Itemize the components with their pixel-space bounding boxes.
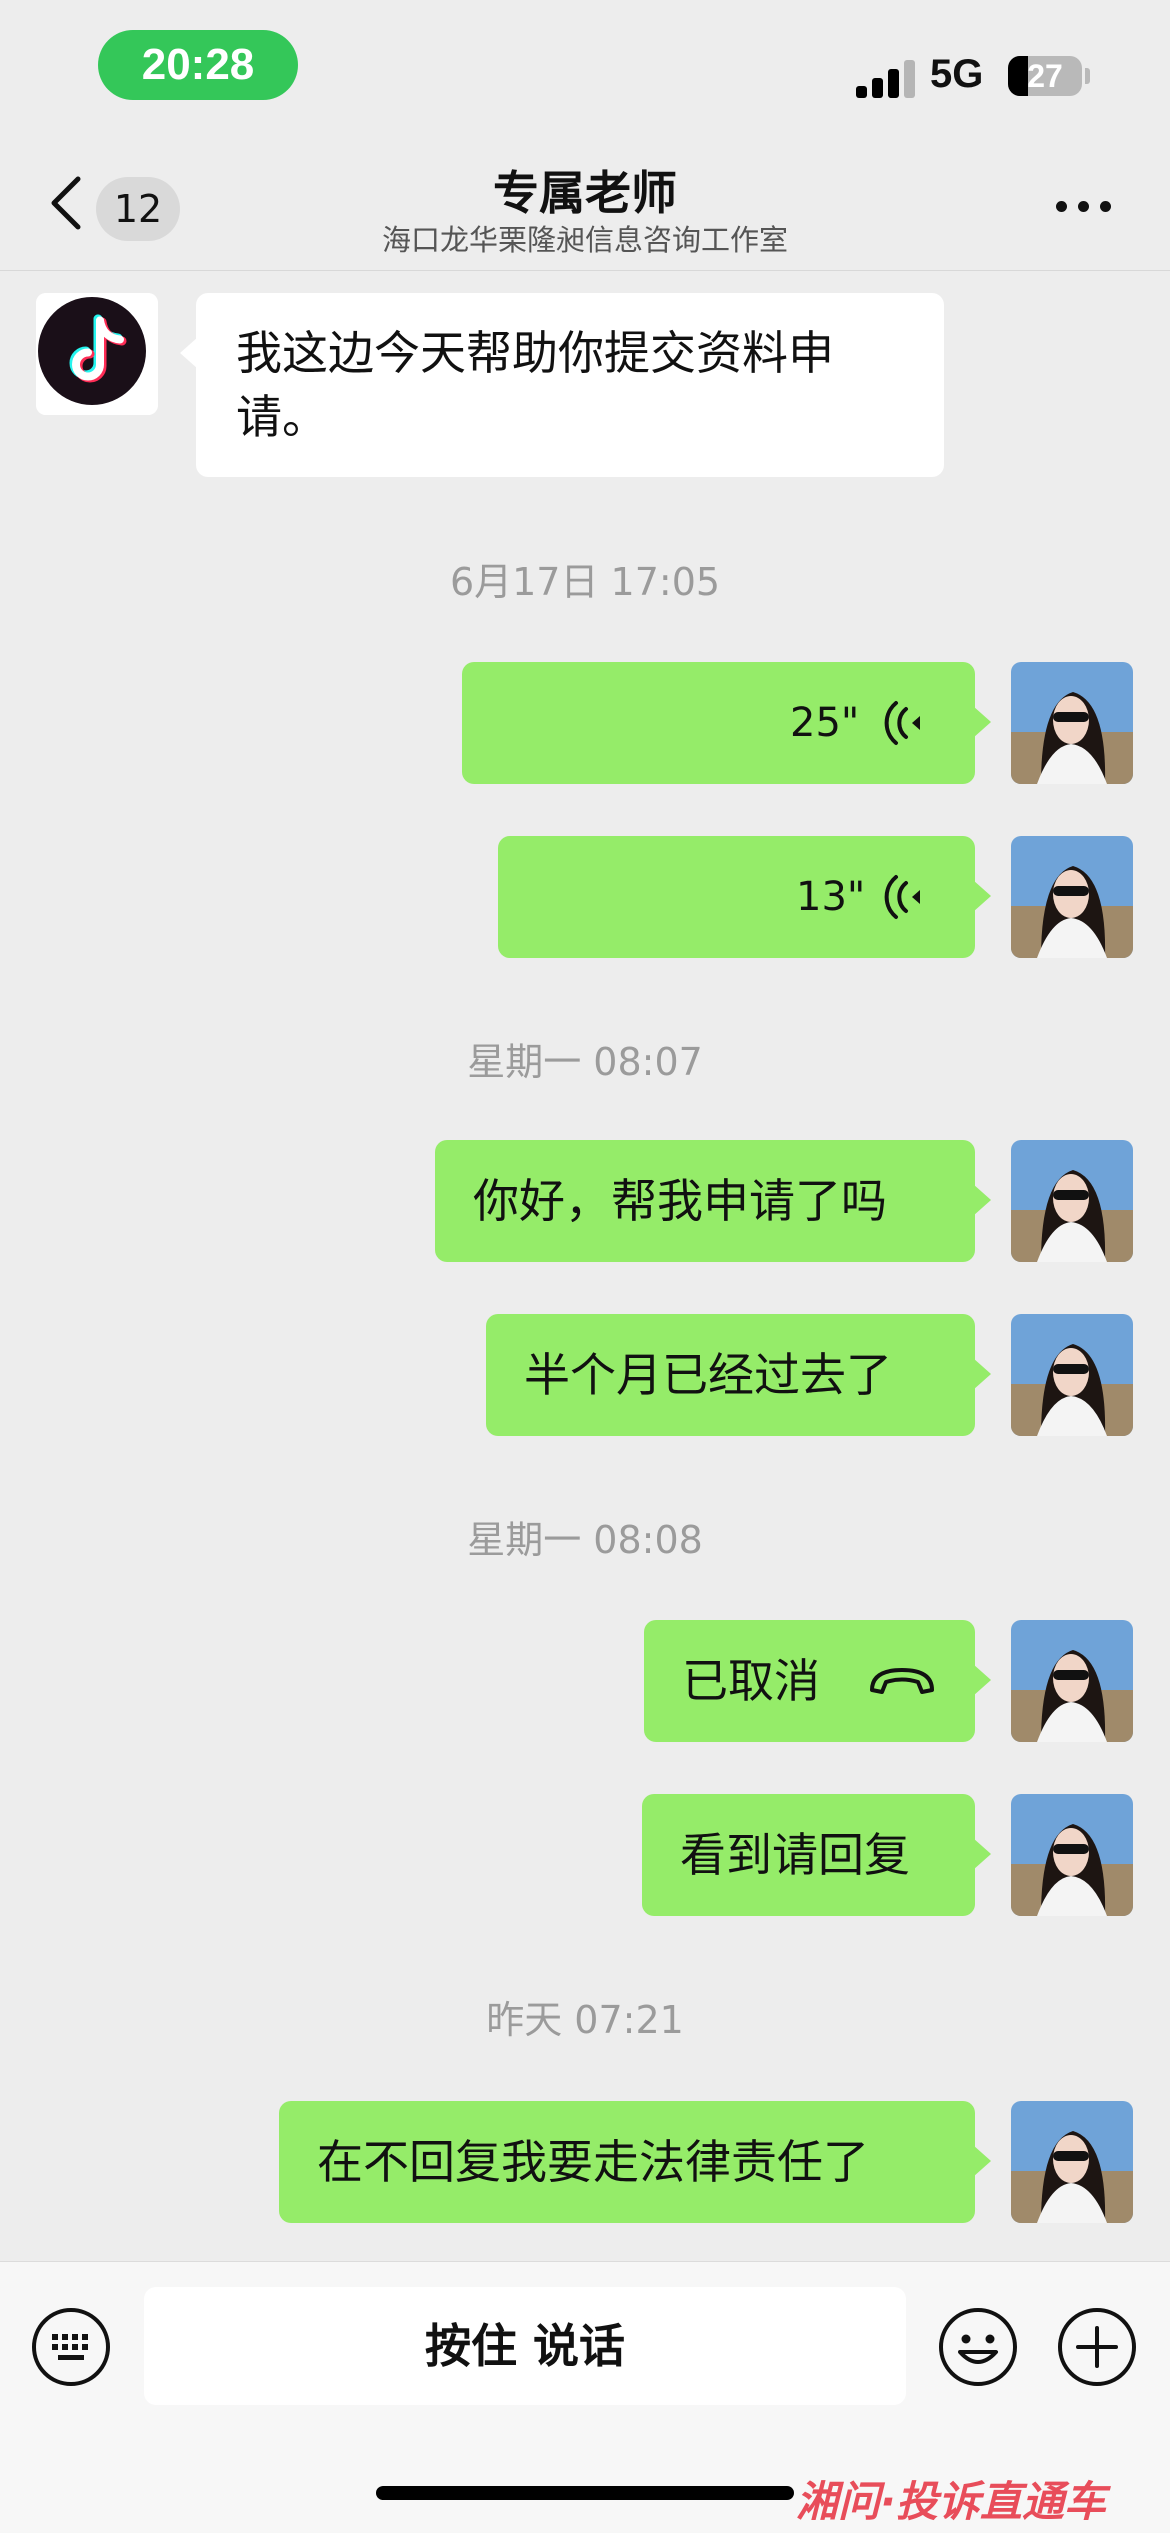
home-indicator [376, 2486, 794, 2500]
battery-tip [1085, 68, 1090, 84]
timestamp: 星期一 08:08 [467, 1518, 703, 1562]
contact-avatar[interactable] [36, 293, 158, 415]
voice-message-bubble[interactable]: 25" [462, 662, 991, 784]
signal-icon [856, 58, 916, 98]
outgoing-message-bubble[interactable]: 在不回复我要走法律责任了 [279, 2101, 991, 2223]
my-avatar[interactable] [1011, 1314, 1133, 1436]
message-text: 半个月已经过去了 [524, 1348, 892, 1402]
outgoing-message-bubble[interactable]: 看到请回复 [642, 1794, 991, 1916]
message-list[interactable]: 我这边今天帮助你提交资料申请。 6月17日 17:05 25" 13" 星期一 … [0, 271, 1170, 2261]
my-avatar[interactable] [1011, 1620, 1133, 1742]
watermark-text: 湘问·投诉直通车 [796, 2477, 1106, 2526]
user-photo-icon [1011, 1794, 1133, 1916]
outgoing-message-bubble[interactable]: 你好，帮我申请了吗 [435, 1140, 991, 1262]
more-options-icon[interactable] [1056, 201, 1112, 213]
keyboard-icon[interactable] [30, 2306, 112, 2388]
phone-hangup-icon [870, 1668, 934, 1694]
outgoing-message-bubble[interactable]: 半个月已经过去了 [486, 1314, 991, 1436]
emoji-icon[interactable] [937, 2306, 1019, 2388]
battery-level: 27 [1027, 58, 1063, 94]
hold-to-talk-button[interactable]: 按住 说话 [144, 2287, 906, 2405]
battery-icon: 27 [1008, 56, 1082, 96]
voice-message-bubble[interactable]: 13" [498, 836, 991, 958]
plus-icon[interactable] [1056, 2306, 1138, 2388]
incoming-message-bubble[interactable]: 我这边今天帮助你提交资料申请。 [180, 293, 944, 477]
user-photo-icon [1011, 836, 1133, 958]
user-photo-icon [1011, 2101, 1133, 2223]
my-avatar[interactable] [1011, 1794, 1133, 1916]
chat-title: 专属老师 [493, 166, 677, 220]
user-photo-icon [1011, 662, 1133, 784]
timestamp: 昨天 07:21 [486, 1998, 684, 2042]
message-text: 你好，帮我申请了吗 [473, 1174, 887, 1228]
timestamp: 6月17日 17:05 [449, 560, 721, 604]
user-photo-icon [1011, 1620, 1133, 1742]
user-photo-icon [1011, 1140, 1133, 1262]
user-photo-icon [1011, 1314, 1133, 1436]
voice-duration: 13" [796, 874, 866, 920]
voice-duration: 25" [790, 700, 860, 746]
message-text: 看到请回复 [680, 1828, 910, 1882]
status-time: 20:28 [98, 30, 298, 100]
my-avatar[interactable] [1011, 2101, 1133, 2223]
timestamp: 星期一 08:07 [467, 1040, 703, 1084]
my-avatar[interactable] [1011, 1140, 1133, 1262]
voice-wave-icon [884, 701, 920, 745]
status-bar: 20:28 5G 27 [0, 0, 1170, 135]
my-avatar[interactable] [1011, 662, 1133, 784]
chat-subtitle: 海口龙华栗隆昶信息咨询工作室 [381, 223, 788, 257]
call-record-bubble[interactable]: 已取消 [644, 1620, 991, 1742]
chat-header: 12 专属老师 海口龙华栗隆昶信息咨询工作室 [0, 135, 1170, 271]
my-avatar[interactable] [1011, 836, 1133, 958]
tiktok-logo-icon [36, 293, 158, 415]
message-text: 已取消 [682, 1654, 820, 1708]
message-text: 我这边今天帮助你提交资料申请。 [236, 326, 834, 444]
network-type: 5G [930, 52, 984, 96]
message-text: 在不回复我要走法律责任了 [317, 2135, 869, 2189]
voice-wave-icon [884, 875, 920, 919]
